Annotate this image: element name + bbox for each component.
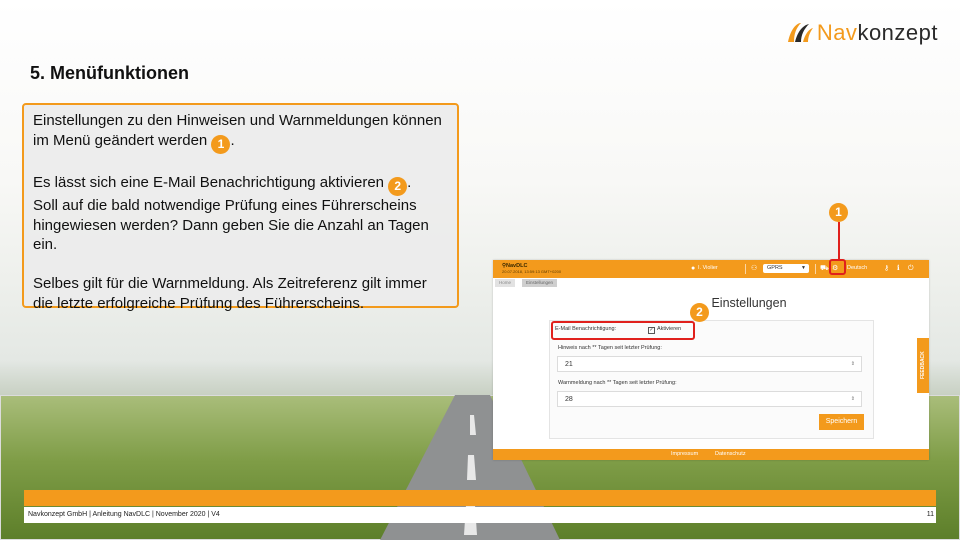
hint-days-input[interactable]: 21 ⇕ (557, 356, 862, 372)
paragraph-1-end: . (230, 131, 235, 149)
badge-1: 1 (211, 134, 231, 154)
breadcrumb: Home Einstellungen (493, 278, 929, 288)
warn-days-label: Warnmeldung nach ** Tagen seit letzter P… (558, 380, 677, 386)
logo-konzept: konzept (857, 20, 938, 45)
spinner-icon[interactable]: ⇕ (851, 361, 855, 367)
user-menu[interactable]: I. Violier (698, 265, 718, 271)
save-button[interactable]: Speichern (819, 414, 864, 430)
cart-icon[interactable]: ⛟ (820, 264, 829, 273)
hint-days-label: Hinweis nach ** Tagen seit letzter Prüfu… (558, 345, 662, 351)
callout-1: 1 (829, 203, 848, 222)
app-footer: Impressum Datenschutz (493, 449, 929, 460)
settings-highlight-box (829, 259, 846, 275)
breadcrumb-home[interactable]: Home (495, 279, 516, 287)
badge-2: 2 (388, 177, 408, 196)
chevron-down-icon: ▼ (801, 265, 806, 271)
network-select-value: GPRS (767, 265, 783, 271)
app-header: ⚲NavDLC 20.07.2018, 13:59:13 GMT+0200 ● … (493, 260, 929, 278)
impressum-link[interactable]: Impressum (671, 451, 698, 457)
warn-days-value: 28 (565, 396, 573, 403)
page-number: 11 (926, 511, 934, 518)
navkonzept-logo: Navkonzept (785, 20, 938, 46)
header-divider (815, 264, 816, 274)
logo-wordmark: Navkonzept (817, 20, 938, 46)
network-select[interactable]: GPRS ▼ (763, 264, 809, 273)
app-brand: ⚲NavDLC 20.07.2018, 13:59:13 GMT+0200 (502, 263, 561, 275)
hint-days-value: 21 (565, 361, 573, 368)
slide-title: 5. Menüfunktionen (30, 63, 189, 83)
feedback-tab[interactable]: FEEDBACK (917, 338, 929, 393)
datenschutz-link[interactable]: Datenschutz (715, 451, 746, 457)
paragraph-2b-text: Soll auf die bald notwendige Prüfung ein… (33, 197, 429, 253)
paragraph-3: Selbes gilt für die Warnmeldung. Als Zei… (33, 275, 427, 312)
breadcrumb-current: Einstellungen (522, 279, 558, 287)
callout-1-connector (838, 222, 840, 259)
paragraph-2-text: Es lässt sich eine E-Mail Benachrichtigu… (33, 174, 389, 191)
email-highlight-box (551, 321, 695, 340)
logo-nav: Nav (816, 20, 858, 45)
language-menu[interactable]: Deutsch (847, 265, 867, 271)
info-icon[interactable]: ℹ (897, 264, 900, 273)
users-icon[interactable]: ⚇ (751, 264, 757, 273)
app-brand-timestamp: 20.07.2018, 13:59:13 GMT+0200 (502, 269, 562, 274)
footer-accent-bar (24, 490, 936, 506)
paragraph-2: Es lässt sich eine E-Mail Benachrichtigu… (33, 173, 449, 255)
header-divider (745, 264, 746, 274)
user-icon: ● (691, 265, 696, 272)
app-page-title: Einstellungen (711, 296, 787, 310)
paragraph-1-text: Einstellungen zu den Hinweisen und Warnm… (33, 112, 442, 149)
navdlc-app-screenshot: ⚲NavDLC 20.07.2018, 13:59:13 GMT+0200 ● … (493, 260, 929, 460)
paragraph-2-end: . (407, 174, 412, 191)
description-box: Einstellungen zu den Hinweisen und Warnm… (22, 103, 459, 312)
callout-2: 2 (690, 303, 709, 322)
navkonzept-logo-mark-icon (787, 23, 813, 42)
footer-text: Navkonzept GmbH | Anleitung NavDLC | Nov… (28, 511, 220, 518)
spinner-icon[interactable]: ⇕ (851, 396, 855, 402)
power-icon[interactable]: ⏻ (908, 264, 914, 273)
key-icon[interactable]: ⚷ (884, 264, 889, 273)
paragraph-1: Einstellungen zu den Hinweisen und Warnm… (33, 111, 449, 154)
warn-days-input[interactable]: 28 ⇕ (557, 391, 862, 407)
footer-strip: Navkonzept GmbH | Anleitung NavDLC | Nov… (24, 507, 936, 523)
